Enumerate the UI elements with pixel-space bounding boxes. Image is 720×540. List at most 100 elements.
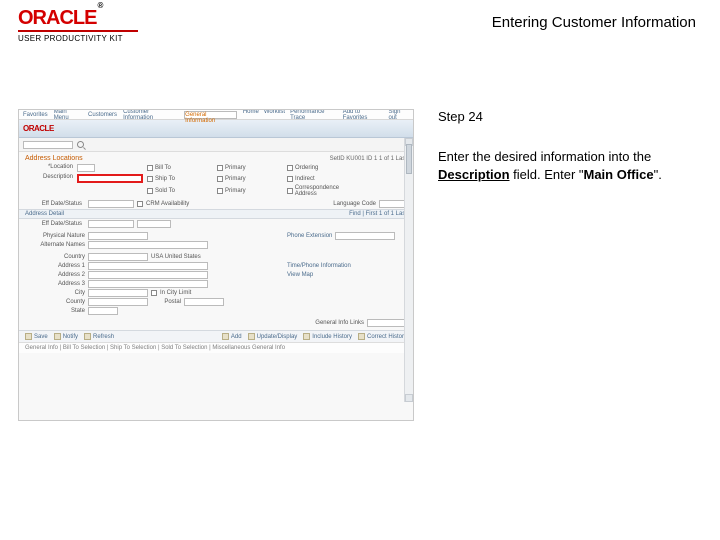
city-label: City [25, 290, 85, 296]
crumb[interactable]: Customer Information [123, 109, 178, 121]
location-label: *Location [25, 164, 77, 172]
crm-label: CRM Availability [146, 201, 189, 207]
status-links[interactable]: General Info | Bill To Selection | Ship … [19, 342, 413, 353]
opt: Primary [225, 176, 246, 182]
physical-select[interactable] [88, 232, 148, 240]
location-input[interactable] [77, 164, 95, 172]
checkbox[interactable] [137, 201, 143, 207]
add-icon [222, 333, 229, 340]
postal-label: Postal [151, 299, 181, 305]
checkbox[interactable] [217, 165, 223, 171]
opt: Bill To [155, 165, 171, 171]
description-label: Description [25, 174, 77, 183]
checkbox[interactable] [217, 176, 223, 182]
history-icon [303, 333, 310, 340]
crumb[interactable]: Main Menu [54, 109, 82, 121]
page-title: Entering Customer Information [168, 8, 702, 31]
checkbox[interactable] [287, 188, 293, 194]
subbrand-text: USER PRODUCTIVITY KIT [18, 34, 168, 43]
genlink-select[interactable] [367, 319, 407, 327]
effdate2-label: Eff Date/Status [25, 221, 85, 227]
scroll-thumb[interactable] [406, 144, 412, 174]
toplink[interactable]: Sign out [388, 109, 409, 121]
registered-mark: ® [97, 1, 102, 10]
state-label: State [25, 308, 85, 314]
section-meta: SetID KU001 ID 1 1 of 1 Last [330, 156, 407, 162]
add-button[interactable]: Add [222, 333, 242, 340]
address1-input[interactable] [88, 262, 208, 270]
county-input[interactable] [88, 298, 148, 306]
save-button[interactable]: Save [25, 333, 48, 340]
description-field[interactable] [77, 174, 143, 183]
update-button[interactable]: Update/Display [248, 333, 298, 340]
viewmap-link[interactable]: View Map [287, 272, 313, 278]
phone-ext-label: Phone Extension [287, 233, 332, 239]
opt: Correspondence Address [295, 185, 357, 197]
active-select[interactable] [137, 220, 171, 228]
update-icon [248, 333, 255, 340]
scroll-down-icon[interactable] [405, 394, 413, 402]
find-text[interactable]: Find | First 1 of 1 Last [349, 211, 407, 217]
search-input[interactable] [23, 141, 73, 149]
checkbox[interactable] [147, 176, 153, 182]
instruction-text: Enter the desired information into the D… [438, 148, 674, 183]
effdate-input[interactable] [88, 200, 134, 208]
breadcrumb-bar: Favorites Main Menu Customers Customer I… [19, 110, 413, 120]
altnames-input[interactable] [88, 241, 208, 249]
toplink[interactable]: Add to Favorites [343, 109, 384, 121]
notify-icon [54, 333, 61, 340]
county-label: County [25, 299, 85, 305]
checkbox[interactable] [147, 188, 153, 194]
toplink[interactable]: Performance Trace [290, 109, 338, 121]
lang-select[interactable] [379, 200, 407, 208]
opt: Sold To [155, 188, 175, 194]
app-banner: ORACLE [19, 120, 413, 138]
brand-rule [18, 30, 138, 32]
correct-icon [358, 333, 365, 340]
effdate-label: Eff Date/Status [25, 201, 85, 207]
address2-label: Address 2 [25, 272, 85, 278]
city-input[interactable] [88, 289, 148, 297]
correct-history-button[interactable]: Correct History [358, 333, 407, 340]
toplink[interactable]: Worklist [264, 109, 285, 121]
address-block: Physical Nature Phone Extension Alternat… [19, 229, 413, 330]
brand-text: ORACLE [18, 7, 96, 29]
crumb-current: General Information [184, 111, 237, 119]
address3-input[interactable] [88, 280, 208, 288]
opt: Indirect [295, 176, 315, 182]
genlink-label: General Info Links [315, 320, 364, 326]
checkbox[interactable] [287, 176, 293, 182]
altnames-label: Alternate Names [25, 242, 85, 248]
instruction-panel: Step 24 Enter the desired information in… [414, 109, 690, 183]
phone-ext-input[interactable] [335, 232, 395, 240]
addr-detail-label: Address Detail [25, 211, 64, 217]
country-input[interactable] [88, 253, 148, 261]
checkbox[interactable] [151, 290, 157, 296]
effdate2-row: Eff Date/Status [19, 219, 413, 229]
top-links: Home Worklist Performance Trace Add to F… [243, 109, 409, 121]
search-icon[interactable] [77, 141, 84, 148]
vertical-scrollbar[interactable] [404, 138, 413, 402]
oracle-logo: ORACLE® [18, 8, 168, 28]
toplink[interactable]: Home [243, 109, 259, 121]
include-history-button[interactable]: Include History [303, 333, 352, 340]
state-input[interactable] [88, 307, 118, 315]
address2-input[interactable] [88, 271, 208, 279]
effdate2-input[interactable] [88, 220, 134, 228]
instr-entry: Main Office [584, 167, 654, 182]
postal-input[interactable] [184, 298, 224, 306]
checkbox[interactable] [287, 165, 293, 171]
instr-part2: field. Enter " [510, 167, 584, 182]
country-label: Country [25, 254, 85, 260]
refresh-button[interactable]: Refresh [84, 333, 114, 340]
location-grid: *Location Bill To Primary Ordering Descr… [19, 163, 413, 199]
crumb[interactable]: Customers [88, 112, 117, 118]
checkbox[interactable] [147, 165, 153, 171]
crumb[interactable]: Favorites [23, 112, 48, 118]
opt: Ordering [295, 165, 318, 171]
search-strip [19, 138, 413, 152]
opt: Primary [225, 188, 246, 194]
refresh-icon [84, 333, 91, 340]
notify-button[interactable]: Notify [54, 333, 78, 340]
checkbox[interactable] [217, 188, 223, 194]
